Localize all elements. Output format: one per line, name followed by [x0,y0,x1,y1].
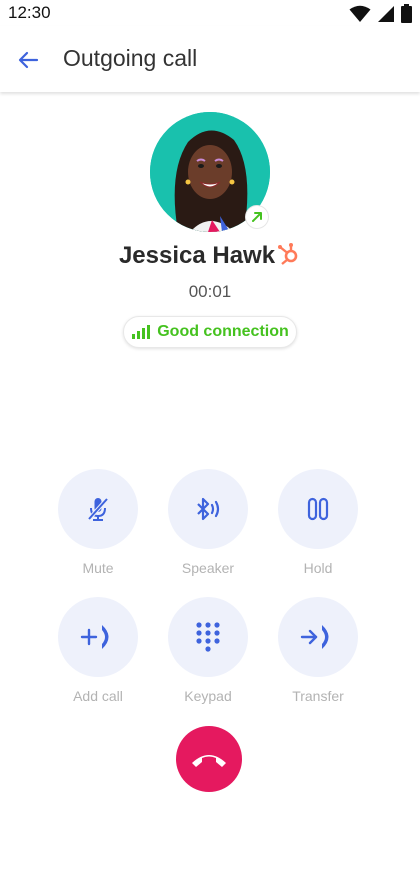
end-call-button[interactable] [176,726,242,792]
caller-name: Jessica Hawk [118,241,276,269]
mute-circle[interactable] [58,469,138,549]
status-time: 12:30 [8,3,51,22]
add-call-icon [80,625,109,649]
mute-label: Mute [82,560,114,576]
keypad-circle[interactable] [168,597,248,677]
hubspot-icon [277,242,301,271]
call-timer: 00:01 [188,282,232,301]
add-call-button[interactable]: Add call [48,597,148,704]
page-title: Outgoing call [63,45,198,71]
mute-button[interactable]: Mute [48,469,148,576]
app-bar: Outgoing call [0,26,420,92]
back-button[interactable] [12,44,44,76]
transfer-icon [300,625,329,649]
add-call-circle[interactable] [58,597,138,677]
connection-label: Good connection [157,323,289,340]
speaker-circle[interactable] [168,469,248,549]
caller-avatar-container [150,112,270,232]
cell-signal-icon [378,5,394,22]
keypad-label: Keypad [184,688,232,704]
signal-bars-icon [132,325,151,339]
hold-circle[interactable] [278,469,358,549]
battery-icon [401,4,412,23]
status-bar: 12:30 [0,0,420,26]
wifi-icon [349,5,371,22]
hold-label: Hold [303,560,333,576]
dialpad-icon [196,622,220,652]
call-made-icon [252,212,262,222]
add-call-label: Add call [73,688,123,704]
mic-off-icon [87,497,109,521]
outgoing-call-badge [246,206,268,228]
transfer-circle[interactable] [278,597,358,677]
transfer-button[interactable]: Transfer [268,597,368,704]
bluetooth-audio-icon [197,497,220,521]
speaker-label: Speaker [181,560,235,576]
call-end-icon [192,755,226,767]
arrow-back-icon [18,51,39,69]
status-icons [349,4,412,23]
caller-name-row: Jessica Hawk [0,240,420,271]
pause-icon [307,497,329,521]
hold-button[interactable]: Hold [268,469,368,576]
transfer-label: Transfer [292,688,344,704]
connection-status-badge: Good connection [123,316,297,348]
keypad-button[interactable]: Keypad [158,597,258,704]
speaker-button[interactable]: Speaker [158,469,258,576]
